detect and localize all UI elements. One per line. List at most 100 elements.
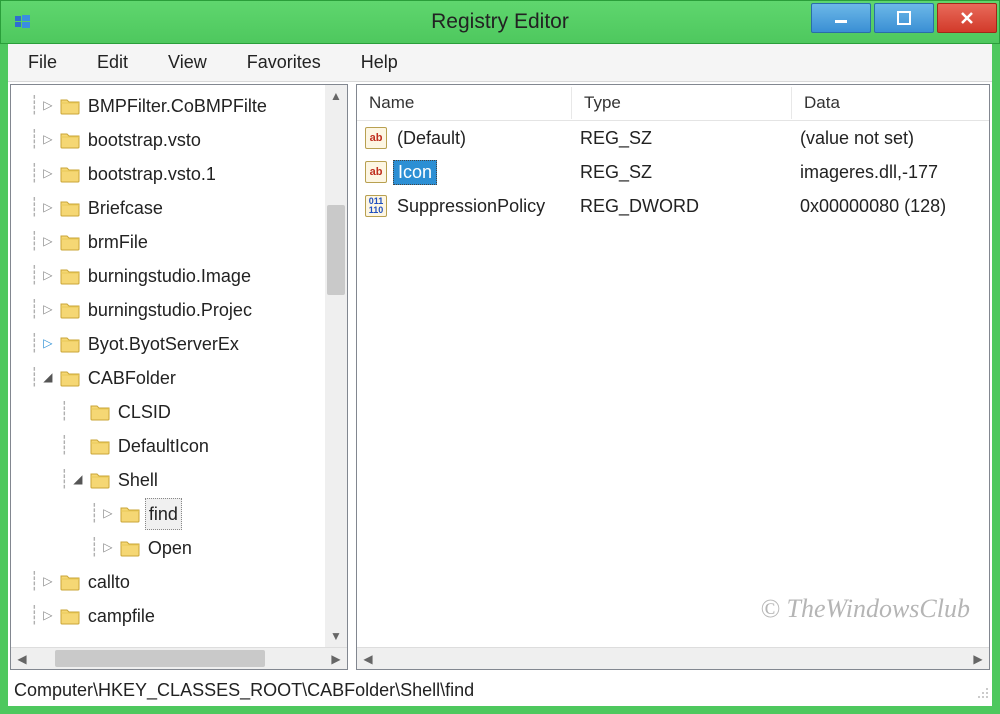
scroll-left-icon[interactable]: ◀ <box>11 648 33 669</box>
tree-line: ┊ <box>29 160 39 189</box>
expand-icon[interactable]: ▷ <box>39 164 57 183</box>
menu-file[interactable]: File <box>8 46 77 79</box>
expand-icon[interactable]: ▷ <box>39 334 57 353</box>
tree-item-label: DefaultIcon <box>115 431 212 462</box>
scroll-thumb[interactable] <box>327 205 345 295</box>
expand-icon[interactable]: ▷ <box>39 198 57 217</box>
window-controls <box>811 1 999 43</box>
tree-line: ┊ <box>29 194 39 223</box>
tree-item[interactable]: ┊▷campfile <box>11 599 325 633</box>
tree-item[interactable]: ┊▷callto <box>11 565 325 599</box>
column-name[interactable]: Name <box>357 87 572 119</box>
value-data: imageres.dll,-177 <box>800 162 938 183</box>
tree-item[interactable]: ┊DefaultIcon <box>11 429 325 463</box>
expand-icon[interactable]: ▷ <box>39 572 57 591</box>
tree-item-label: find <box>145 498 182 531</box>
dword-value-icon: 011110 <box>365 195 387 217</box>
tree-item[interactable]: ┊▷burningstudio.Projec <box>11 293 325 327</box>
expand-icon[interactable]: ▷ <box>39 300 57 319</box>
resize-grip-icon[interactable] <box>970 680 990 700</box>
values-pane: Name Type Data ab(Default)REG_SZ(value n… <box>356 84 990 670</box>
value-type: REG_SZ <box>580 162 652 183</box>
folder-icon <box>119 537 141 559</box>
tree-item-label: CABFolder <box>85 363 179 394</box>
menu-edit[interactable]: Edit <box>77 46 148 79</box>
values-list[interactable]: ab(Default)REG_SZ(value not set)abIconRE… <box>357 121 989 223</box>
registry-tree[interactable]: ┊▷BMPFilter.CoBMPFilte┊▷bootstrap.vsto┊▷… <box>11 85 325 647</box>
tree-item[interactable]: ┊▷Open <box>11 531 325 565</box>
menu-help[interactable]: Help <box>341 46 418 79</box>
tree-item[interactable]: ┊▷brmFile <box>11 225 325 259</box>
value-name: SuppressionPolicy <box>393 195 549 218</box>
tree-line: ┊ <box>29 330 39 359</box>
expand-icon[interactable]: ▷ <box>39 606 57 625</box>
expand-icon[interactable]: ▷ <box>99 538 117 557</box>
value-name: Icon <box>393 160 437 185</box>
tree-item-label: brmFile <box>85 227 151 258</box>
value-type: REG_DWORD <box>580 196 699 217</box>
expand-icon[interactable]: ▷ <box>39 96 57 115</box>
folder-icon <box>89 435 111 457</box>
menu-favorites[interactable]: Favorites <box>227 46 341 79</box>
values-hscrollbar[interactable]: ◀ ▶ <box>357 647 989 669</box>
tree-item[interactable]: ┊▷BMPFilter.CoBMPFilte <box>11 89 325 123</box>
scroll-down-icon[interactable]: ▼ <box>325 625 347 647</box>
tree-line: ┊ <box>29 126 39 155</box>
folder-icon <box>59 605 81 627</box>
scroll-right-icon[interactable]: ▶ <box>325 648 347 669</box>
tree-item[interactable]: ┊◢ Shell <box>11 463 325 497</box>
folder-icon <box>59 367 81 389</box>
value-row[interactable]: ab(Default)REG_SZ(value not set) <box>357 121 989 155</box>
tree-item[interactable]: ┊◢ CABFolder <box>11 361 325 395</box>
folder-icon <box>59 197 81 219</box>
folder-icon <box>89 401 111 423</box>
expand-icon[interactable]: ▷ <box>39 130 57 149</box>
tree-item-label: Shell <box>115 465 161 496</box>
tree-item[interactable]: ┊CLSID <box>11 395 325 429</box>
scroll-thumb[interactable] <box>55 650 265 667</box>
statusbar: Computer\HKEY_CLASSES_ROOT\CABFolder\She… <box>10 674 990 706</box>
value-name: (Default) <box>393 127 470 150</box>
value-row[interactable]: 011110SuppressionPolicyREG_DWORD0x000000… <box>357 189 989 223</box>
titlebar: Registry Editor <box>0 0 1000 44</box>
column-data[interactable]: Data <box>792 87 989 119</box>
expand-icon[interactable]: ▷ <box>39 266 57 285</box>
tree-hscrollbar[interactable]: ◀ ▶ <box>11 647 347 669</box>
folder-icon <box>119 503 141 525</box>
tree-line: ┊ <box>59 398 69 427</box>
tree-item-label: bootstrap.vsto <box>85 125 204 156</box>
folder-icon <box>59 129 81 151</box>
minimize-button[interactable] <box>811 3 871 33</box>
tree-line: ┊ <box>29 602 39 631</box>
statusbar-path: Computer\HKEY_CLASSES_ROOT\CABFolder\She… <box>14 680 474 701</box>
scroll-up-icon[interactable]: ▲ <box>325 85 347 107</box>
collapse-icon[interactable]: ◢ <box>69 470 87 489</box>
expand-icon[interactable]: ▷ <box>99 504 117 523</box>
value-row[interactable]: abIconREG_SZimageres.dll,-177 <box>357 155 989 189</box>
folder-icon <box>59 231 81 253</box>
tree-item-label: Briefcase <box>85 193 166 224</box>
value-type: REG_SZ <box>580 128 652 149</box>
menubar: File Edit View Favorites Help <box>0 44 1000 82</box>
column-type[interactable]: Type <box>572 87 792 119</box>
scroll-right-icon[interactable]: ▶ <box>967 648 989 669</box>
tree-item[interactable]: ┊▷burningstudio.Image <box>11 259 325 293</box>
tree-item-label: bootstrap.vsto.1 <box>85 159 219 190</box>
tree-item[interactable]: ┊▷Byot.ByotServerEx <box>11 327 325 361</box>
collapse-icon[interactable]: ◢ <box>39 368 57 387</box>
tree-line: ┊ <box>89 534 99 563</box>
tree-item[interactable]: ┊▷find <box>11 497 325 531</box>
tree-vscrollbar[interactable]: ▲ ▼ <box>325 85 347 647</box>
tree-line: ┊ <box>59 466 69 495</box>
close-button[interactable] <box>937 3 997 33</box>
scroll-left-icon[interactable]: ◀ <box>357 648 379 669</box>
tree-line: ┊ <box>29 262 39 291</box>
tree-item[interactable]: ┊▷ bootstrap.vsto <box>11 123 325 157</box>
maximize-button[interactable] <box>874 3 934 33</box>
tree-item[interactable]: ┊▷ Briefcase <box>11 191 325 225</box>
tree-line: ┊ <box>29 364 39 393</box>
menu-view[interactable]: View <box>148 46 227 79</box>
tree-item-label: callto <box>85 567 133 598</box>
tree-item[interactable]: ┊▷ bootstrap.vsto.1 <box>11 157 325 191</box>
expand-icon[interactable]: ▷ <box>39 232 57 251</box>
